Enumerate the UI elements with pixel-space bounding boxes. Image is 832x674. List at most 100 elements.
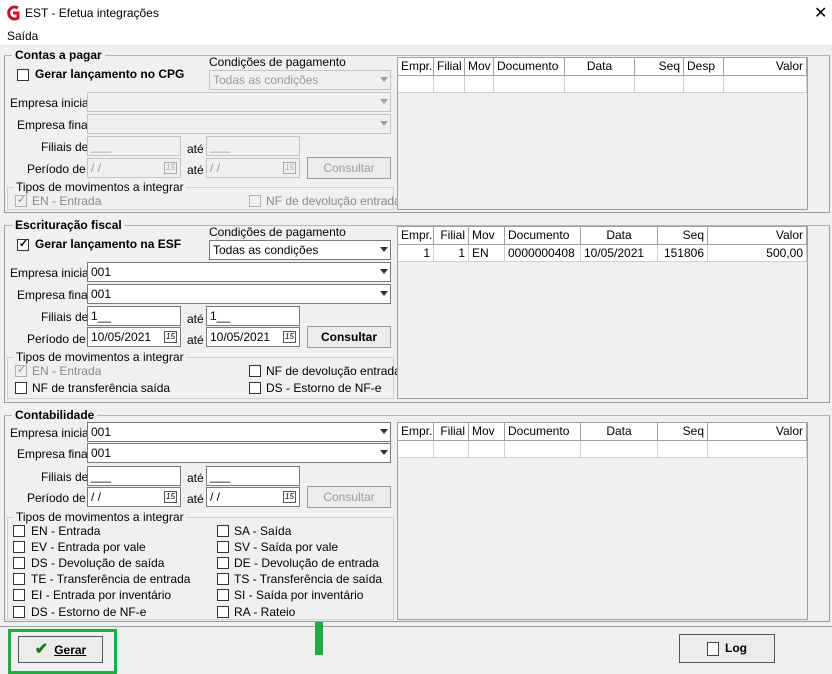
table-cell[interactable]: 0000000408 [505,245,581,262]
grid-header[interactable]: Filial [434,227,469,245]
nf-devolucao-checkbox[interactable] [249,195,261,207]
tipo-checkbox[interactable] [217,525,229,537]
grid-header[interactable]: Valor [708,227,807,245]
grid-header[interactable]: Data [565,58,635,76]
grid-header[interactable]: Seq [635,58,684,76]
grid-header[interactable]: Mov [469,227,505,245]
grid-cell[interactable] [635,76,684,93]
tipo-checkbox[interactable] [217,606,229,618]
ds-estorno-checkbox[interactable] [249,382,261,394]
table-cell[interactable]: 151806 [658,245,708,262]
grid-header[interactable]: Desp [684,58,724,76]
tipo-checkbox[interactable] [217,541,229,553]
menu-item-saida[interactable]: Saída [7,29,38,43]
calendar-icon[interactable]: 15 [164,331,177,343]
grid-header[interactable]: Empr. [398,423,434,441]
tipo-checkbox[interactable] [13,606,25,618]
grid-header[interactable]: Valor [708,423,807,441]
consultar-button[interactable]: Consultar [307,486,391,508]
grid-header[interactable]: Filial [434,58,465,76]
grid-cell[interactable] [565,76,635,93]
grid-cell[interactable] [658,441,708,458]
nf-devolucao-checkbox[interactable] [249,365,261,377]
grid-cell[interactable] [505,441,581,458]
tipo-checkbox[interactable] [217,573,229,585]
consultar-button[interactable]: Consultar [307,157,391,179]
grid-cell[interactable] [581,441,658,458]
tipo-checkbox[interactable] [13,589,25,601]
table-cell[interactable]: 500,00 [708,245,807,262]
grid-cell[interactable] [684,76,724,93]
grid-cell[interactable] [434,76,465,93]
empresa-final-select[interactable]: 001 [87,443,391,463]
grid-header[interactable]: Data [581,227,658,245]
gerar-esf-checkbox[interactable]: ✓ [17,238,29,251]
consultar-button[interactable]: Consultar [307,326,391,348]
nf-transferencia-checkbox[interactable] [15,382,27,394]
grid-header[interactable]: Documento [505,423,581,441]
grid-cell[interactable] [724,76,807,93]
tipo-checkbox[interactable] [13,541,25,553]
gerar-cpg-checkbox[interactable] [17,69,29,81]
periodo-de-input[interactable]: / /15 [87,158,181,178]
empresa-inicial-select[interactable]: 001 [87,262,391,282]
grid-header[interactable]: Seq [658,227,708,245]
grid-header[interactable]: Documento [505,227,581,245]
calendar-icon[interactable]: 15 [283,491,296,503]
grid-cell[interactable] [434,441,469,458]
empresa-inicial-select[interactable] [87,92,391,112]
calendar-icon[interactable]: 15 [164,491,177,503]
cond-pagamento-select[interactable]: Todas as condições [209,70,391,90]
en-entrada-checkbox[interactable]: ✓ [15,364,27,377]
grid-header[interactable]: Data [581,423,658,441]
gerar-button[interactable]: ✔ Gerar [18,636,103,663]
log-button[interactable]: Log [679,634,775,663]
cond-pagamento-select[interactable]: Todas as condições [209,240,391,260]
empresa-final-select[interactable] [87,114,391,134]
table-cell[interactable]: 10/05/2021 [581,245,658,262]
ds-estorno-label: DS - Estorno de NF-e [266,381,382,395]
grid-cell[interactable] [465,76,494,93]
filiais-de-input[interactable]: 1__ [87,306,181,326]
tipo-checkbox[interactable] [13,525,25,537]
tipo-checkbox[interactable] [217,589,229,601]
grid-header[interactable]: Seq [658,423,708,441]
grid-cell[interactable] [708,441,807,458]
periodo-de-input[interactable]: / /15 [87,487,181,507]
periodo-ate-input[interactable]: 10/05/2021 15 [206,327,300,347]
grid-header[interactable]: Empr. [398,227,434,245]
filiais-ate-input[interactable]: ___ [206,136,300,156]
filiais-de-input[interactable]: ___ [87,466,181,486]
table-cell[interactable]: 1 [434,245,469,262]
en-entrada-checkbox[interactable]: ✓ [15,194,27,207]
table-cell[interactable]: 1 [398,245,434,262]
calendar-icon[interactable]: 15 [283,331,296,343]
filiais-ate-input[interactable]: ___ [206,466,300,486]
empresa-inicial-select[interactable]: 001 [87,422,391,442]
grid-header[interactable]: Valor [724,58,807,76]
calendar-icon[interactable]: 15 [283,162,296,174]
tipo-checkbox[interactable] [217,557,229,569]
grid-cell[interactable] [469,441,505,458]
grid-cell[interactable] [398,76,434,93]
grid-cell[interactable] [398,441,434,458]
calendar-icon[interactable]: 15 [164,162,177,174]
grid-cell[interactable] [494,76,565,93]
close-icon[interactable]: ✕ [814,3,827,23]
grid-header[interactable]: Mov [469,423,505,441]
tipo-checkbox[interactable] [13,573,25,585]
grid-header[interactable]: Documento [494,58,565,76]
filiais-ate-input[interactable]: 1__ [206,306,300,326]
grid-header[interactable]: Filial [434,423,469,441]
periodo-label: Período de [27,332,86,346]
periodo-ate-input[interactable]: / /15 [206,158,300,178]
tipo-checkbox[interactable] [13,557,25,569]
tipo-label: DS - Devolução de saída [31,556,165,570]
empresa-final-select[interactable]: 001 [87,284,391,304]
grid-header[interactable]: Mov [465,58,494,76]
filiais-de-input[interactable]: ___ [87,136,181,156]
table-cell[interactable]: EN [469,245,505,262]
periodo-ate-input[interactable]: / /15 [206,487,300,507]
periodo-de-input[interactable]: 10/05/2021 15 [87,327,181,347]
grid-header[interactable]: Empr. [398,58,434,76]
